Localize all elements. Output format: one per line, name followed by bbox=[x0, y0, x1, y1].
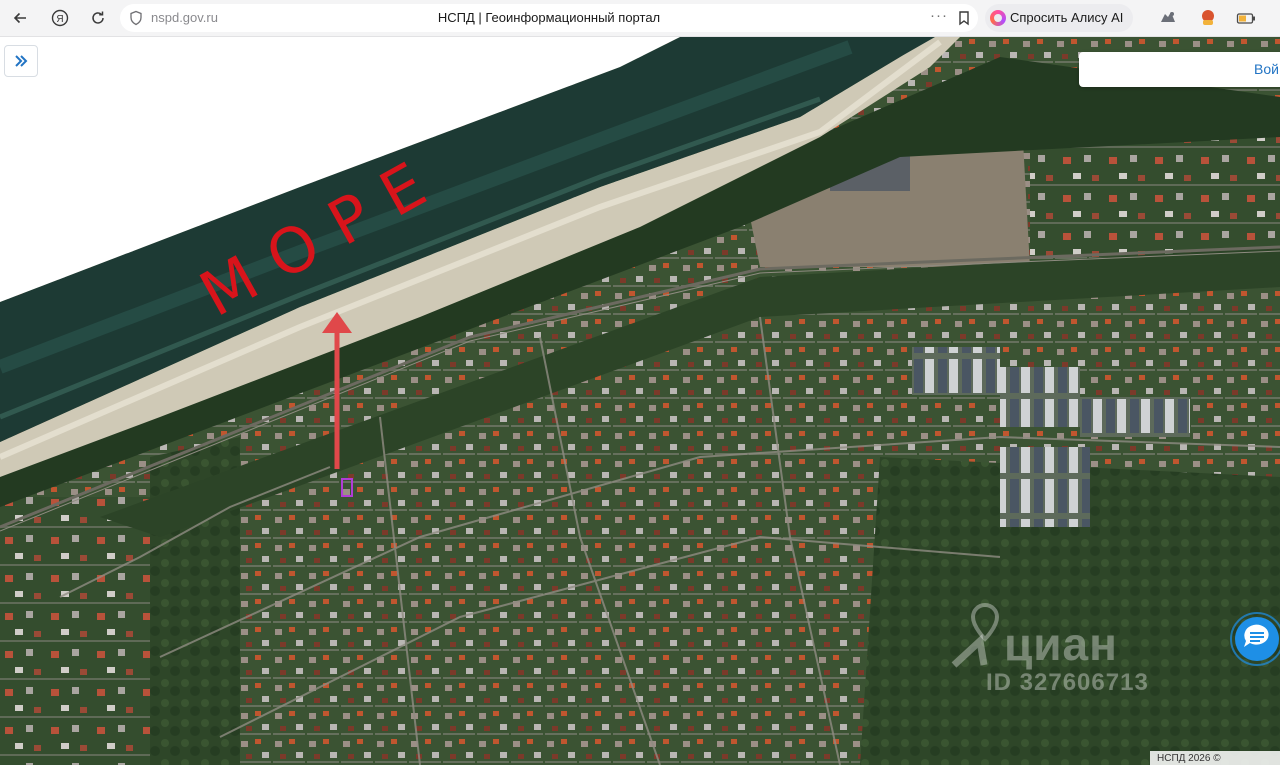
location-pin-icon bbox=[951, 602, 1000, 668]
watermark-id: ID 327606713 bbox=[986, 669, 1149, 696]
browser-toolbar: Я nspd.gov.ru НСПД | Геоинформационный п… bbox=[0, 0, 1280, 37]
page-title: НСПД | Геоинформационный портал bbox=[437, 10, 661, 25]
chat-button[interactable] bbox=[1230, 612, 1280, 666]
login-panel: Вой bbox=[1079, 52, 1280, 87]
watermark-brand: циан bbox=[1004, 618, 1118, 670]
chevron-double-right-icon bbox=[15, 55, 28, 67]
chat-icon bbox=[1230, 612, 1280, 666]
bookmark-icon[interactable] bbox=[956, 10, 972, 26]
login-button[interactable]: Вой bbox=[1254, 61, 1279, 77]
back-icon bbox=[13, 12, 26, 24]
yandex-glyph: Я bbox=[56, 14, 63, 25]
reload-icon bbox=[92, 11, 104, 24]
extension-icon[interactable] bbox=[1158, 8, 1178, 28]
more-menu-button[interactable]: ··· bbox=[930, 7, 948, 24]
attribution: НСПД 2026 © bbox=[1150, 751, 1280, 765]
alice-label: Спросить Алису AI bbox=[1010, 10, 1124, 25]
yandex-icon: Я bbox=[51, 9, 69, 27]
alice-button[interactable]: Спросить Алису AI bbox=[985, 4, 1133, 32]
expand-panel-button[interactable] bbox=[4, 45, 38, 77]
back-button[interactable] bbox=[8, 6, 32, 30]
extension-icon[interactable] bbox=[1198, 8, 1218, 28]
reload-button[interactable] bbox=[86, 6, 110, 30]
yandex-button[interactable]: Я bbox=[48, 6, 72, 30]
address-bar[interactable]: nspd.gov.ru НСПД | Геоинформационный пор… bbox=[120, 4, 978, 32]
watermark: циан ID 327606713 bbox=[950, 599, 1148, 696]
alice-icon bbox=[990, 10, 1006, 26]
map-view[interactable]: МОРЕ циан ID 327606713 Вой НСПД 2026 © bbox=[0, 37, 1280, 765]
extension-icon[interactable] bbox=[1236, 8, 1256, 28]
